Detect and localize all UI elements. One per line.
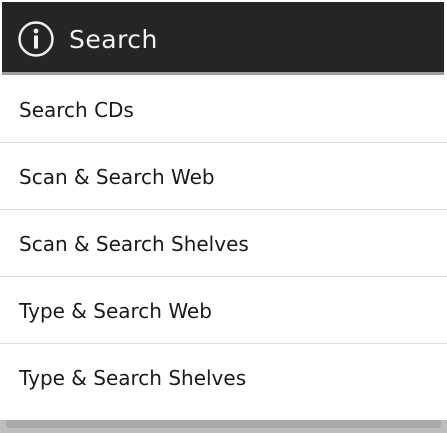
menu-item-label: Type & Search Web bbox=[19, 299, 212, 323]
dialog-title-bar: Search bbox=[2, 2, 444, 75]
menu-item-label: Scan & Search Shelves bbox=[19, 232, 249, 256]
menu-item-label: Scan & Search Web bbox=[19, 165, 215, 189]
menu-item-scan-search-web[interactable]: Scan & Search Web bbox=[0, 143, 447, 210]
menu-item-search-cds[interactable]: Search CDs bbox=[0, 76, 447, 143]
search-dialog: Search Search CDs Scan & Search Web Scan… bbox=[0, 0, 447, 433]
menu-item-label: Search CDs bbox=[19, 98, 134, 122]
menu-item-type-search-shelves[interactable]: Type & Search Shelves bbox=[0, 344, 447, 418]
menu-item-label: Type & Search Shelves bbox=[19, 366, 247, 390]
info-icon bbox=[17, 20, 55, 58]
menu-item-scan-search-shelves[interactable]: Scan & Search Shelves bbox=[0, 210, 447, 277]
dialog-title: Search bbox=[69, 25, 158, 54]
dialog-bottom-shadow bbox=[6, 420, 441, 428]
search-options-list: Search CDs Scan & Search Web Scan & Sear… bbox=[0, 76, 447, 420]
dialog-bottom-edge bbox=[0, 420, 447, 433]
menu-item-type-search-web[interactable]: Type & Search Web bbox=[0, 277, 447, 344]
